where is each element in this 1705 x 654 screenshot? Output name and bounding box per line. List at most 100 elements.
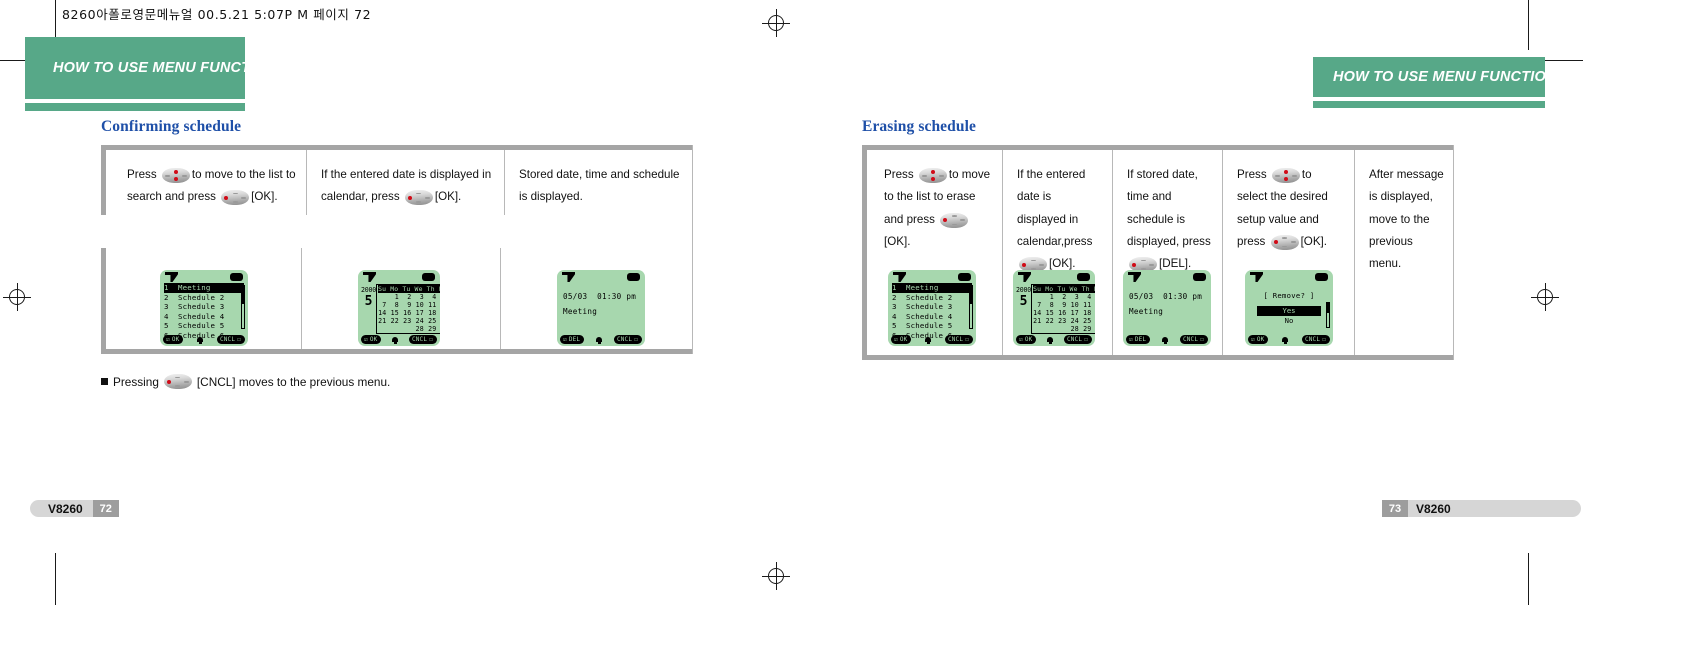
footer-right-model: V8260 bbox=[1416, 501, 1451, 516]
list-item: 1 Meeting bbox=[892, 283, 972, 293]
softkey-ok: ☑ OK bbox=[891, 335, 912, 344]
battery-icon bbox=[1077, 273, 1090, 281]
signal-antenna-icon bbox=[562, 272, 575, 282]
list-item: 5 Schedule 5 bbox=[164, 321, 225, 331]
lcd-softkey-bar: ☑ OK CNCL ☐ bbox=[1245, 334, 1333, 345]
steps-table-right-edge bbox=[692, 145, 693, 354]
footer-left-pagenum: 72 bbox=[92, 500, 119, 517]
signal-antenna-icon bbox=[165, 272, 178, 282]
lcd-status-bar bbox=[1013, 270, 1095, 283]
footer-left: V8260 72 bbox=[30, 500, 119, 517]
list-item: 1 Meeting bbox=[164, 283, 244, 293]
ok-key-icon bbox=[940, 212, 969, 228]
steps-table-body: Press to move to the list to search and … bbox=[101, 150, 693, 215]
lcd-schedule-list-erase: 1 Meeting 2 Schedule 2 3 Schedule 3 4 Sc… bbox=[888, 270, 976, 346]
bell-icon bbox=[1047, 336, 1054, 344]
list-item: 3 Schedule 3 bbox=[164, 302, 225, 312]
battery-icon bbox=[422, 273, 435, 281]
step-cell-2-text: If the entered date is displayed in cale… bbox=[1017, 168, 1093, 272]
lcd-softkey-bar: ☑ OK CNCL ☐ bbox=[1013, 334, 1095, 345]
signal-antenna-icon bbox=[363, 272, 376, 282]
lcd-softkey-bar: ☑ OK CNCL ☐ bbox=[358, 334, 440, 345]
step-cell-2: If the entered date is displayed in cale… bbox=[1002, 150, 1112, 282]
calendar-grid: Su Mo Tu We Th Fr Sa 1 2 3 4 5 6 7 8 9 1… bbox=[1031, 284, 1095, 335]
navigation-key-icon bbox=[918, 168, 947, 183]
softkey-cncl: CNCL ☐ bbox=[1063, 335, 1092, 344]
step-cell-1: Press to move to the list to erase and p… bbox=[862, 150, 1002, 281]
screens-area-divider-2 bbox=[500, 248, 501, 349]
steps-table-confirming: Press to move to the list to search and … bbox=[101, 145, 693, 215]
registration-mark-top-center bbox=[762, 9, 790, 37]
confirm-question: [ Remove? ] bbox=[1263, 291, 1315, 300]
lcd-status-bar bbox=[160, 270, 248, 283]
list-item: 4 Schedule 4 bbox=[164, 311, 225, 321]
schedule-title: Meeting bbox=[1129, 307, 1164, 316]
calendar-year: 2000 bbox=[361, 286, 377, 294]
confirm-dialog: [ Remove? ] Yes No bbox=[1245, 283, 1333, 326]
note-text-after: [CNCL] moves to the previous menu. bbox=[196, 374, 391, 389]
battery-icon bbox=[1315, 273, 1328, 281]
chapter-banner-left-label: HOW TO USE MENU FUNCTIONS bbox=[25, 37, 286, 99]
chapter-banner-left: HOW TO USE MENU FUNCTIONS bbox=[25, 37, 286, 111]
step-cell-2-text: If the entered date is displayed in cale… bbox=[321, 168, 492, 206]
bullet-square-icon bbox=[101, 378, 108, 385]
chapter-banner-right-label: HOW TO USE MENU FUNCTIONS bbox=[1313, 57, 1566, 97]
calendar-week-row: 28 29 30 31 bbox=[415, 325, 437, 334]
chapter-banner-right: HOW TO USE MENU FUNCTIONS bbox=[1313, 57, 1566, 108]
bell-icon bbox=[197, 336, 204, 344]
softkey-cncl: CNCL ☐ bbox=[408, 335, 437, 344]
lcd-status-bar bbox=[557, 270, 645, 283]
softkey-ok: ☑ OK bbox=[361, 335, 382, 344]
note-previous-menu: Pressing [CNCL] moves to the previous me… bbox=[101, 374, 390, 389]
step-cell-3: If stored date, time and schedule is dis… bbox=[1112, 150, 1222, 282]
battery-icon bbox=[958, 273, 971, 281]
lcd-softkey-bar: ☑ DEL CNCL ☐ bbox=[557, 334, 645, 345]
list-item: 3 Schedule 3 bbox=[892, 302, 953, 312]
screens-area-bottom-rule bbox=[862, 355, 1454, 360]
lcd-schedule-detail: 05/03 01:30 pm Meeting ☑ DEL CNCL ☐ bbox=[557, 270, 645, 346]
calendar-weekday-header: Su Mo Tu We Th Fr Sa bbox=[1033, 285, 1095, 293]
battery-icon bbox=[1193, 273, 1206, 281]
crop-mark-bottom-right-vertical bbox=[1528, 553, 1529, 605]
softkey-ok: ☑ OK bbox=[163, 335, 184, 344]
step-cell-1: Press to move to the list to search and … bbox=[101, 150, 306, 215]
calendar-month: 5 bbox=[364, 294, 373, 309]
softkey-cncl: CNCL ☐ bbox=[613, 335, 642, 344]
lcd-schedule-detail-erase: 05/03 01:30 pm Meeting ☑ DEL CNCL ☐ bbox=[1123, 270, 1211, 346]
calendar-week-row: 21 22 23 24 25 26 27 bbox=[378, 317, 437, 326]
registration-mark-bottom-center bbox=[762, 562, 790, 590]
registration-mark-left bbox=[3, 283, 31, 311]
calendar-year: 2000 bbox=[1016, 286, 1032, 294]
lcd-schedule-list: 1 Meeting 2 Schedule 2 3 Schedule 3 4 Sc… bbox=[160, 270, 248, 346]
confirm-option-no: No bbox=[1284, 316, 1294, 325]
screens-area-divider-1 bbox=[1002, 248, 1003, 355]
chapter-banner-right-underbar bbox=[1313, 101, 1545, 108]
signal-antenna-icon bbox=[1250, 272, 1263, 282]
screens-area-divider-4 bbox=[1354, 248, 1355, 355]
screens-area-divider-2 bbox=[1112, 248, 1113, 355]
calendar-weekday-header: Su Mo Tu We Th Fr Sa bbox=[378, 285, 440, 293]
step-cell-1-text: Press to move to the list to search and … bbox=[127, 168, 296, 206]
list-item: 2 Schedule 2 bbox=[164, 292, 225, 302]
step-cell-3-text: Stored date, time and schedule is displa… bbox=[519, 168, 680, 204]
schedule-title: Meeting bbox=[563, 307, 598, 316]
softkey-del: ☑ DEL bbox=[1126, 335, 1151, 344]
section-title-confirming-schedule: Confirming schedule bbox=[101, 118, 242, 135]
lcd-calendar: 2000 5 Su Mo Tu We Th Fr Sa 1 2 3 4 5 6 … bbox=[358, 270, 440, 346]
calendar-week-row: 7 8 9 10 11 12 13 bbox=[1037, 301, 1092, 310]
calendar-body: 2000 5 Su Mo Tu We Th Fr Sa 1 2 3 4 5 6 … bbox=[358, 283, 440, 335]
calendar-week-row: 14 15 16 17 18 19 20 bbox=[378, 309, 437, 318]
schedule-detail-body: 05/03 01:30 pm Meeting bbox=[1123, 283, 1211, 319]
calendar-week-row: 14 15 16 17 18 19 20 bbox=[1033, 309, 1092, 318]
signal-antenna-icon bbox=[893, 272, 906, 282]
battery-icon bbox=[627, 273, 640, 281]
ok-key-icon bbox=[404, 190, 433, 206]
lcd-softkey-bar: ☑ OK CNCL ☐ bbox=[888, 334, 976, 345]
lcd-calendar-erase: 2000 5 Su Mo Tu We Th Fr Sa 1 2 3 4 5 6 … bbox=[1013, 270, 1095, 346]
crop-mark-bottom-left-vertical bbox=[55, 553, 56, 605]
screens-area-divider-3 bbox=[1222, 248, 1223, 355]
schedule-datetime: 05/03 01:30 pm bbox=[563, 292, 637, 301]
footer-right-tailcap bbox=[1460, 500, 1581, 517]
steps-table-body: Press to move to the list to erase and p… bbox=[862, 150, 1454, 282]
screens-area-left-rule bbox=[101, 248, 106, 354]
